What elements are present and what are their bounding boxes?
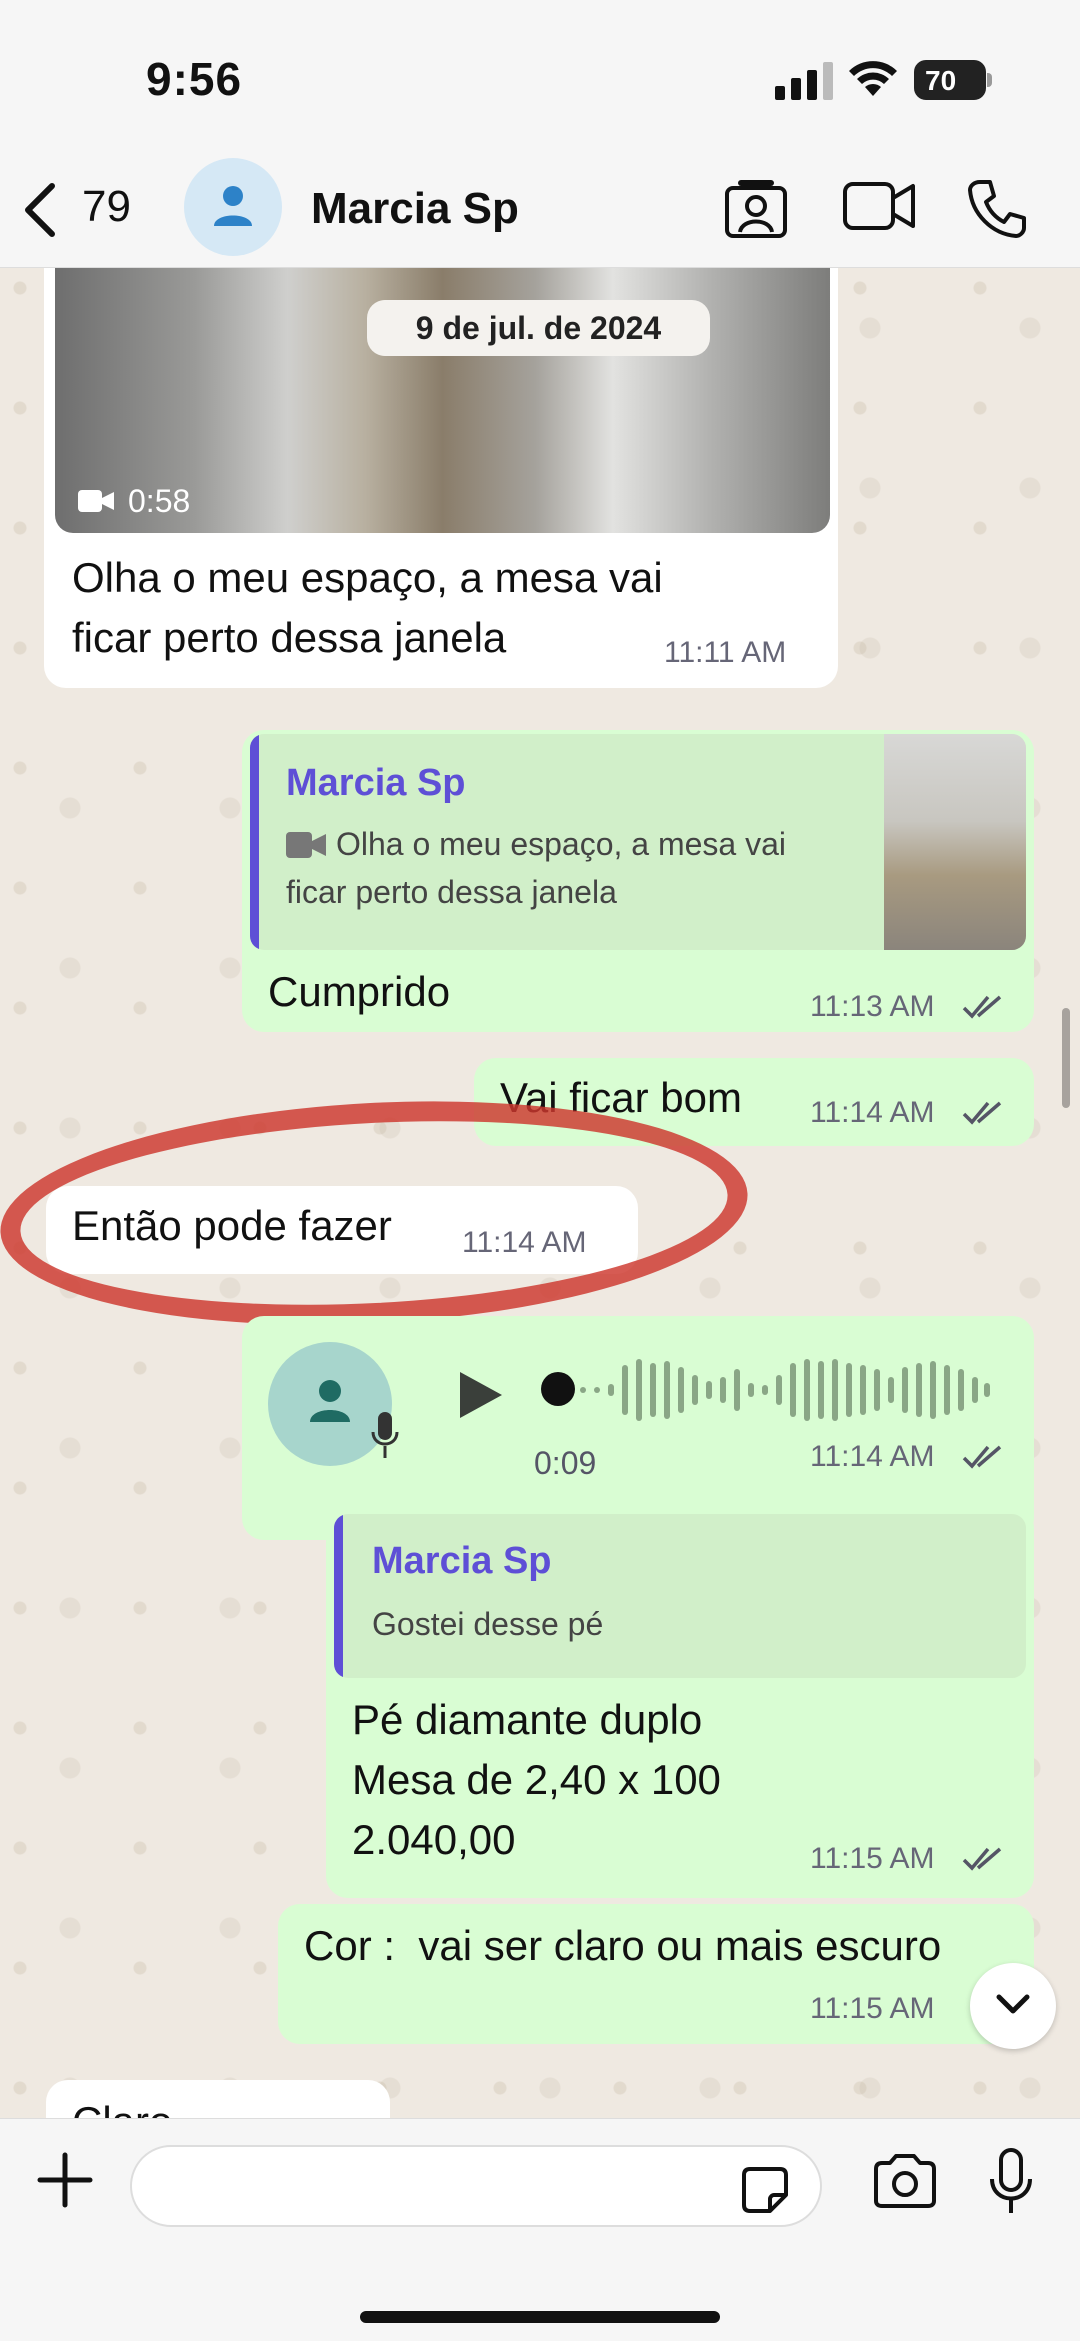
sticker-icon[interactable] (740, 2165, 790, 2215)
voice-waveform[interactable] (580, 1355, 990, 1425)
double-check-icon (962, 995, 1002, 1019)
quote-bar (334, 1514, 343, 1678)
message-time: 11:15 AM (810, 1992, 935, 2025)
back-chevron-icon[interactable] (20, 180, 60, 240)
wifi-icon (849, 61, 897, 96)
battery-level: 70 (925, 65, 957, 96)
quote-text: Olha o meu espaço, a mesa vai (336, 826, 787, 862)
phone-icon[interactable] (966, 178, 1028, 240)
contact-avatar-icon (214, 186, 252, 226)
quoted-message[interactable]: Marcia Sp Olha o meu espaço, a mesa vai … (250, 734, 1026, 950)
red-annotation-circle (0, 1083, 754, 1343)
playback-position[interactable] (541, 1372, 575, 1406)
double-check-icon (962, 1101, 1002, 1125)
message-time: 11:15 AM (810, 1842, 935, 1875)
video-call-icon[interactable] (842, 180, 916, 232)
plus-icon[interactable] (36, 2151, 94, 2209)
video-camera-icon (286, 832, 326, 858)
status-bar: 9:56 70 (0, 0, 1080, 150)
home-indicator[interactable] (360, 2311, 720, 2323)
chat-header: 79 Marcia Sp (0, 150, 1080, 268)
mic-icon (371, 1412, 399, 1458)
video-camera-icon (78, 490, 114, 512)
quote-author: Marcia Sp (286, 762, 466, 804)
message-text: ficar perto dessa janela (72, 614, 507, 661)
message-text: Mesa de 2,40 x 100 (352, 1756, 721, 1803)
message-time: 11:14 AM (810, 1096, 935, 1129)
double-check-icon (962, 1445, 1002, 1469)
double-check-icon (962, 1847, 1002, 1871)
cellular-signal-icon (775, 62, 833, 100)
camera-icon[interactable] (872, 2153, 938, 2209)
message-time: 11:13 AM (810, 990, 935, 1023)
quote-thumbnail (884, 734, 1026, 950)
contact-avatar[interactable] (184, 158, 282, 256)
message-text: Cumprido (268, 968, 451, 1015)
message-text: Olha o meu espaço, a mesa vai (72, 554, 663, 601)
unread-count[interactable]: 79 (82, 182, 131, 232)
message-time: 11:14 AM (810, 1440, 935, 1473)
message-text: Cor : vai ser claro ou mais escuro (304, 1922, 942, 1969)
message-text: Claro (72, 2092, 172, 2118)
message-text: Pé diamante duplo (352, 1696, 703, 1743)
voice-duration: 0:09 (534, 1445, 597, 1481)
contact-name[interactable]: Marcia Sp (311, 184, 519, 234)
scrollbar[interactable] (1062, 1008, 1070, 1108)
quoted-message[interactable]: Marcia Sp Gostei desse pé (334, 1514, 1026, 1678)
mic-icon[interactable] (988, 2147, 1034, 2217)
chat-area[interactable]: 0:58 9 de jul. de 2024 Olha o meu espaço… (0, 268, 1080, 2118)
scroll-to-bottom-button[interactable] (970, 1963, 1056, 2049)
message-text: 2.040,00 (352, 1816, 516, 1863)
battery-icon: 70 (914, 60, 992, 100)
quote-text: ficar perto dessa janela (286, 874, 617, 910)
video-duration: 0:58 (128, 483, 191, 519)
contact-avatar-icon (310, 1380, 350, 1422)
quote-text: Gostei desse pé (372, 1606, 604, 1642)
message-input[interactable] (130, 2145, 822, 2227)
input-bar (0, 2118, 1080, 2341)
play-icon[interactable] (456, 1368, 506, 1422)
message-time: 11:11 AM (664, 636, 787, 669)
quote-author: Marcia Sp (372, 1540, 552, 1582)
quote-bar (250, 734, 259, 950)
status-time: 9:56 (146, 53, 243, 105)
chevron-down-icon (996, 1994, 1030, 2014)
contact-card-icon[interactable] (724, 176, 788, 240)
date-pill: 9 de jul. de 2024 (367, 300, 710, 356)
